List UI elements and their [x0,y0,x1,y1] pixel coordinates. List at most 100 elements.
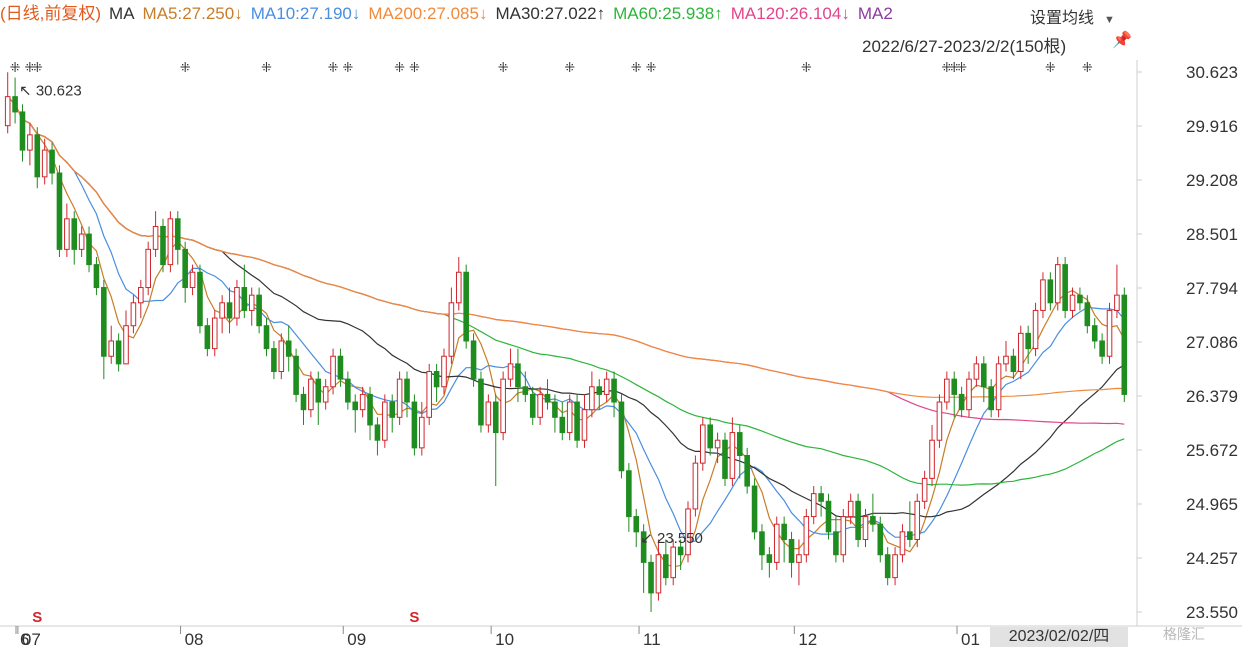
candle-body [337,355,344,380]
x-tick-label: 12 [798,630,817,647]
candle-body [670,546,677,579]
candle-body [1047,279,1054,304]
event-marker-icon: ⁜ [801,60,812,75]
candle-body [544,393,551,403]
candle-body [219,302,225,319]
candle-body [759,531,765,556]
y-tick-label: 24.965 [1186,495,1238,514]
candle-body [744,454,750,487]
candle-body [921,477,928,502]
candle-body [330,355,336,388]
candle-body [648,561,654,594]
candle-body [603,378,610,395]
candle-body [914,500,921,540]
candle-body [936,401,943,441]
candle-body [773,523,780,563]
candle-body [160,225,166,266]
candle-body [870,516,876,525]
candle-body [396,378,403,418]
candle-body [448,302,455,357]
candle-body [988,386,994,411]
candle-body [500,378,506,434]
candle-body [167,218,174,266]
dividend-marker: S [409,609,419,626]
candle-body [596,386,603,395]
event-marker-icon: ⁜ [631,60,642,75]
candle-body [478,378,484,426]
event-marker-icon: ⁜ [328,60,339,75]
candle-body [71,218,78,250]
candle-body [1054,264,1061,304]
candle-body [855,500,861,540]
candle-body [522,386,529,395]
candle-body [78,233,85,250]
x-tick-label: 07 [22,630,41,647]
candlestick-chart[interactable]: 30.623 29.916 29.208 28.501 27.794 27.086 26.3… [0,0,1242,647]
candle-body [818,493,824,502]
candle-body [49,149,55,174]
candle-body [455,271,462,304]
event-marker-icon: ⁜ [409,60,420,75]
candle-body [722,439,728,479]
ma-line-ma60 [7,96,1125,486]
candle-body [944,378,950,403]
candle-body [359,393,366,411]
candle-body [929,439,935,479]
candle-body [958,393,965,411]
candle-body [1077,294,1083,304]
candle-body [34,134,41,178]
candle-body [123,325,129,365]
candle-body [419,416,425,449]
candle-body [655,554,662,594]
candle-body [426,371,432,418]
candle-body [1099,340,1105,357]
candle-body [899,531,906,556]
y-tick-label: 24.257 [1186,549,1238,568]
candle-body [56,172,63,250]
candle-body [995,363,1002,411]
event-marker-icon: ⁜ [956,60,967,75]
candle-body [973,363,980,380]
candle-body [1010,355,1017,373]
candle-body [1084,302,1091,327]
candle-body [626,470,632,518]
candle-body [152,225,159,250]
candle-body [285,340,292,357]
candle-body [589,386,595,411]
event-marker-icon: ⁜ [498,60,509,75]
candle-body [1003,355,1009,365]
candle-body [1062,264,1068,311]
candle-body [485,401,492,426]
low-price-annotation: ↙ 23.550 [640,530,703,547]
high-price-annotation: ↖ 30.623 [19,83,82,100]
candle-body [552,401,558,418]
candle-body [433,371,440,388]
y-tick-label: 27.086 [1186,333,1238,352]
candle-body [633,516,640,533]
candle-body [810,493,817,518]
candle-body [1114,294,1120,311]
y-tick-label: 25.672 [1186,441,1238,460]
candle-body [86,233,92,266]
candle-body [138,287,144,304]
candle-body [492,401,499,434]
candle-body [677,546,684,556]
candle-body [300,393,307,411]
candle-body [618,401,625,472]
candle-body [537,393,543,418]
candle-body [308,378,314,411]
candle-body [951,378,958,395]
candle-body [182,248,188,289]
candle-body [463,271,469,342]
candle-body [862,516,869,540]
watermark: 格隆汇 [1163,626,1205,642]
x-tick-label: 09 [347,630,366,647]
candle-body [278,340,285,373]
y-tick-label: 28.501 [1186,225,1238,244]
candle-body [315,378,322,403]
candle-body [877,523,884,556]
candle-body [766,554,773,563]
candle-body [189,271,196,289]
candle-body [1017,332,1024,373]
candle-body [352,401,359,411]
